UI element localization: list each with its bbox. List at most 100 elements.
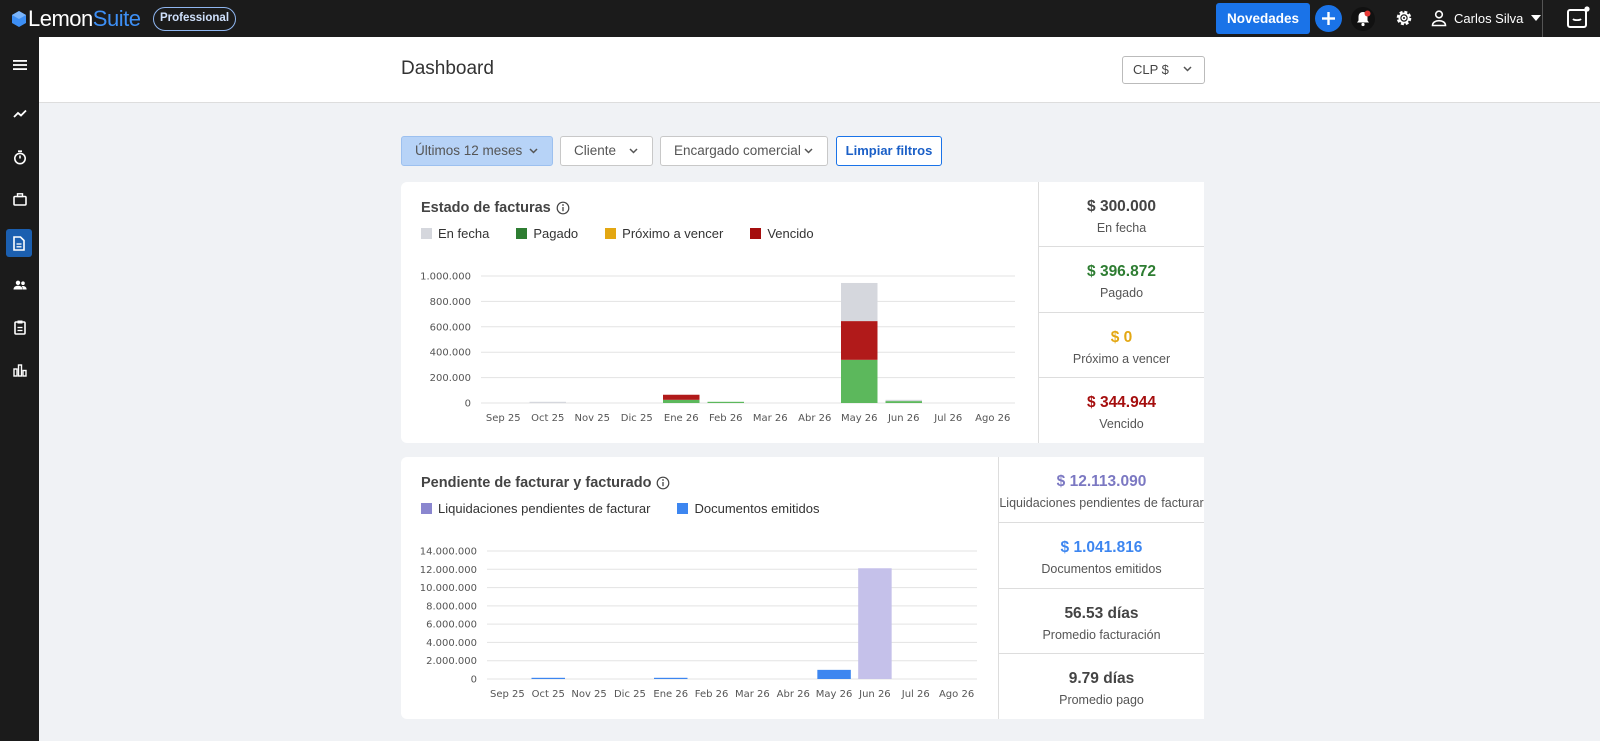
kpi-value: $ 12.113.090 bbox=[1056, 473, 1147, 490]
legend-item-pagado[interactable]: Pagado bbox=[516, 226, 578, 241]
clipboard-icon bbox=[14, 320, 26, 335]
bar bbox=[707, 401, 744, 403]
x-tick-label: Oct 25 bbox=[532, 689, 565, 700]
legend-label: Documentos emitidos bbox=[694, 501, 820, 516]
legend-swatch bbox=[421, 503, 432, 514]
sidebar-item-briefcase[interactable] bbox=[8, 187, 32, 211]
notifications-button[interactable] bbox=[1351, 7, 1375, 31]
kpi-promedio-facturacion: 56.53 días Promedio facturación bbox=[999, 589, 1204, 654]
manager-filter[interactable]: Encargado comercial bbox=[660, 136, 828, 166]
cube-logo-icon bbox=[12, 10, 26, 27]
period-filter[interactable]: Últimos 12 meses bbox=[401, 136, 553, 166]
y-tick-label: 14.000.000 bbox=[420, 547, 477, 558]
x-tick-label: Feb 26 bbox=[709, 413, 743, 424]
sidebar bbox=[0, 37, 39, 741]
divider bbox=[1542, 0, 1543, 37]
legend-item-liquidaciones[interactable]: Liquidaciones pendientes de facturar bbox=[421, 501, 650, 516]
y-tick-label: 400.000 bbox=[430, 348, 471, 359]
bar bbox=[858, 568, 892, 679]
timer-icon bbox=[14, 149, 26, 164]
estado-facturas-title-text: Estado de facturas bbox=[421, 200, 551, 216]
novedades-button[interactable]: Novedades bbox=[1216, 3, 1310, 34]
sidebar-item-timer[interactable] bbox=[8, 145, 32, 169]
document-icon bbox=[13, 235, 25, 251]
legend-item-vencido[interactable]: Vencido bbox=[750, 226, 814, 241]
legend-item-documentos[interactable]: Documentos emitidos bbox=[677, 501, 819, 516]
briefcase-icon bbox=[13, 192, 27, 206]
bell-icon bbox=[1357, 10, 1371, 27]
kpi-value: $ 396.872 bbox=[1087, 263, 1156, 280]
x-tick-label: Ago 26 bbox=[975, 413, 1010, 424]
y-tick-label: 4.000.000 bbox=[426, 638, 477, 649]
y-tick-label: 8.000.000 bbox=[426, 601, 477, 612]
y-tick-label: 10.000.000 bbox=[420, 583, 477, 594]
x-tick-label: Sep 25 bbox=[490, 689, 525, 700]
sidebar-item-clipboard[interactable] bbox=[8, 315, 32, 339]
legend-swatch bbox=[605, 228, 617, 239]
kpi-liquidaciones: $ 12.113.090 Liquidaciones pendientes de… bbox=[999, 457, 1204, 523]
legend-item-proximo[interactable]: Próximo a vencer bbox=[605, 226, 723, 241]
logo-text-lemon: Lemon bbox=[28, 6, 93, 31]
chevron-down-icon bbox=[529, 148, 538, 154]
bar bbox=[841, 282, 878, 322]
kpi-value: $ 344.944 bbox=[1087, 394, 1156, 411]
plus-icon bbox=[1322, 12, 1335, 25]
bar bbox=[885, 401, 922, 403]
bar bbox=[529, 401, 566, 403]
sidebar-menu-button[interactable] bbox=[8, 53, 32, 77]
x-tick-label: May 26 bbox=[841, 413, 878, 424]
pendiente-kpi-panel: $ 12.113.090 Liquidaciones pendientes de… bbox=[998, 457, 1204, 719]
user-menu[interactable]: Carlos Silva bbox=[1430, 8, 1542, 28]
sidebar-item-users[interactable] bbox=[8, 273, 32, 297]
currency-select[interactable]: CLP $ bbox=[1122, 56, 1205, 84]
logo[interactable]: LemonSuite bbox=[12, 6, 141, 31]
legend-label: Próximo a vencer bbox=[622, 226, 724, 241]
user-icon bbox=[1431, 10, 1447, 27]
bar bbox=[885, 399, 922, 402]
x-tick-label: Feb 26 bbox=[695, 689, 729, 700]
chevron-down-icon bbox=[629, 148, 638, 154]
sidebar-item-trend[interactable] bbox=[8, 102, 32, 126]
y-tick-label: 0 bbox=[471, 675, 477, 686]
chevron-down-icon bbox=[1183, 66, 1192, 72]
chat-button[interactable] bbox=[1566, 5, 1590, 31]
estado-facturas-title: Estado de facturas bbox=[421, 200, 570, 216]
add-button[interactable] bbox=[1315, 5, 1342, 32]
legend-swatch bbox=[516, 228, 528, 239]
bar bbox=[841, 321, 878, 360]
x-tick-label: Jun 26 bbox=[887, 413, 920, 424]
currency-value: CLP $ bbox=[1133, 62, 1169, 77]
kpi-value: $ 0 bbox=[1110, 329, 1133, 346]
bar bbox=[817, 669, 851, 679]
settings-button[interactable] bbox=[1393, 7, 1415, 29]
y-tick-label: 12.000.000 bbox=[420, 565, 477, 576]
info-icon[interactable] bbox=[556, 201, 570, 215]
page-title: Dashboard bbox=[401, 58, 494, 79]
kpi-label: Promedio facturación bbox=[1042, 628, 1161, 642]
page-header: Dashboard CLP $ bbox=[39, 37, 1600, 103]
kpi-value: 9.79 días bbox=[1068, 670, 1135, 687]
sidebar-item-documents[interactable] bbox=[6, 229, 32, 257]
menu-icon bbox=[13, 60, 27, 70]
kpi-label: En fecha bbox=[1096, 221, 1147, 235]
info-icon[interactable] bbox=[656, 476, 670, 490]
manager-filter-value: Encargado comercial bbox=[674, 143, 801, 158]
estado-facturas-chart: 0 200.000 400.000 600.000 800.000 1.000.000 Se… bbox=[420, 272, 1015, 424]
kpi-label: Vencido bbox=[1099, 417, 1144, 431]
pendiente-card: Pendiente de facturar y facturado Liquid… bbox=[401, 457, 1204, 719]
x-tick-label: Mar 26 bbox=[753, 413, 788, 424]
sidebar-item-reports[interactable] bbox=[8, 358, 32, 382]
kpi-pagado: $ 396.872 Pagado bbox=[1039, 247, 1204, 313]
x-tick-label: Ene 26 bbox=[664, 413, 699, 424]
kpi-value: $ 300.000 bbox=[1087, 198, 1156, 215]
period-filter-value: Últimos 12 meses bbox=[415, 143, 523, 158]
kpi-label: Próximo a vencer bbox=[1072, 352, 1171, 366]
plan-badge: Professional bbox=[153, 7, 237, 31]
client-filter[interactable]: Cliente bbox=[560, 136, 653, 166]
clear-filters-button[interactable]: Limpiar filtros bbox=[836, 136, 942, 166]
bar bbox=[663, 399, 700, 403]
kpi-label: Pagado bbox=[1099, 286, 1144, 300]
x-tick-label: Dic 25 bbox=[614, 689, 646, 700]
legend-item-en-fecha[interactable]: En fecha bbox=[421, 226, 489, 241]
estado-kpi-panel: $ 300.000 En fecha $ 396.872 Pagado $ 0 … bbox=[1038, 182, 1204, 443]
